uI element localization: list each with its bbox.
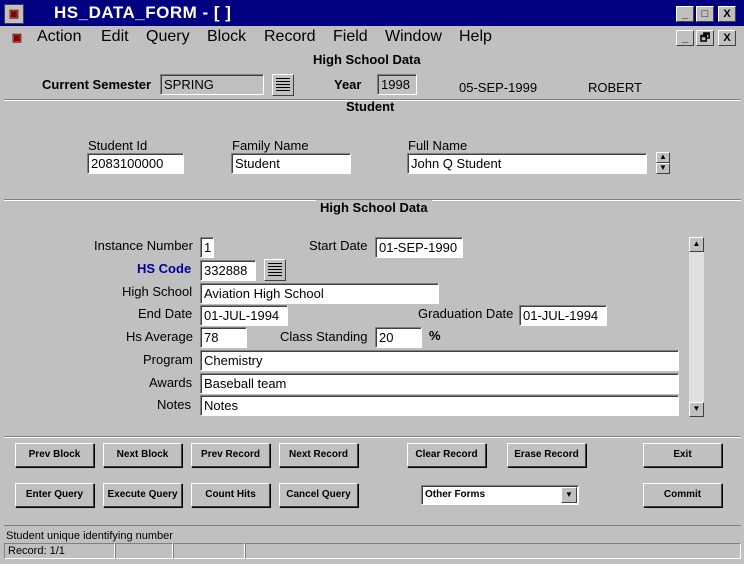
start-date-field[interactable]: 01-SEP-1990 [375, 237, 463, 258]
prev-record-button[interactable]: Prev Record [191, 443, 270, 467]
class-standing-label: Class Standing [280, 329, 368, 344]
status-cell [245, 543, 741, 559]
mdi-close-button[interactable]: X [718, 30, 736, 46]
semester-label: Current Semester [42, 77, 152, 92]
mdi-minimize-button[interactable]: _ [676, 30, 694, 46]
year-field[interactable]: 1998 [377, 74, 417, 95]
full-name-label: Full Name [408, 138, 468, 153]
current-user: ROBERT [588, 80, 642, 95]
scroll-down-icon[interactable]: ▼ [656, 163, 670, 174]
enter-query-button[interactable]: Enter Query [15, 483, 94, 507]
menu-query[interactable]: Query [146, 28, 190, 46]
awards-label: Awards [149, 375, 193, 390]
erase-record-button[interactable]: Erase Record [507, 443, 586, 467]
scroll-down-icon[interactable]: ▼ [689, 402, 704, 417]
prev-block-button[interactable]: Prev Block [15, 443, 94, 467]
list-icon [268, 263, 282, 277]
instance-field[interactable]: 1 [200, 237, 214, 258]
menu-window[interactable]: Window [385, 28, 442, 46]
document-icon[interactable]: ▣ [7, 29, 27, 47]
menu-record[interactable]: Record [264, 28, 316, 46]
student-id-label: Student Id [88, 138, 148, 153]
percent-sign: % [429, 328, 441, 343]
form-title: High School Data [313, 52, 421, 67]
oracle-forms-icon[interactable]: ▣ [4, 4, 24, 24]
student-id-field[interactable]: 2083100000 [87, 153, 184, 174]
scroll-up-icon[interactable]: ▲ [656, 152, 670, 163]
hs-code-lov-button[interactable] [264, 259, 286, 281]
minimize-button[interactable]: _ [676, 6, 694, 22]
class-standing-field[interactable]: 20 [375, 327, 422, 348]
window-title: HS_DATA_FORM - [ ] [54, 3, 232, 22]
end-date-field[interactable]: 01-JUL-1994 [200, 305, 288, 326]
menu-action[interactable]: Action [37, 28, 81, 46]
hs-average-field[interactable]: 78 [200, 327, 247, 348]
exit-button[interactable]: Exit [643, 443, 722, 467]
program-label: Program [143, 352, 193, 367]
record-indicator: Record: 1/1 [4, 543, 115, 559]
scroll-up-icon[interactable]: ▲ [689, 237, 704, 252]
list-icon [276, 78, 290, 92]
full-name-field[interactable]: John Q Student [407, 153, 647, 174]
record-scrollbar[interactable] [689, 237, 704, 417]
count-hits-button[interactable]: Count Hits [191, 483, 270, 507]
program-field[interactable]: Chemistry [200, 350, 679, 371]
status-hint: Student unique identifying number [6, 530, 173, 542]
year-label: Year [334, 77, 362, 92]
close-button[interactable]: X [718, 6, 736, 22]
hs-section-title: High School Data [316, 200, 432, 215]
next-block-button[interactable]: Next Block [103, 443, 182, 467]
other-forms-select[interactable]: Other Forms [421, 485, 579, 505]
family-name-label: Family Name [232, 138, 309, 153]
menu-edit[interactable]: Edit [101, 28, 129, 46]
clear-record-button[interactable]: Clear Record [407, 443, 486, 467]
menu-help[interactable]: Help [459, 28, 492, 46]
semester-field[interactable]: SPRING [160, 74, 264, 95]
divider [4, 525, 741, 526]
other-forms-value: Other Forms [425, 489, 486, 500]
student-section-title: Student [346, 99, 395, 114]
notes-label: Notes [157, 397, 191, 412]
graduation-date-field[interactable]: 01-JUL-1994 [519, 305, 607, 326]
graduation-date-label: Graduation Date [418, 306, 514, 321]
current-date: 05-SEP-1999 [459, 80, 538, 95]
family-name-field[interactable]: Student [231, 153, 351, 174]
divider [4, 437, 741, 438]
status-cell [173, 543, 245, 559]
start-date-label: Start Date [309, 238, 368, 253]
next-record-button[interactable]: Next Record [279, 443, 358, 467]
end-date-label: End Date [138, 306, 193, 321]
hs-average-label: Hs Average [126, 329, 193, 344]
hs-code-field[interactable]: 332888 [200, 260, 256, 281]
semester-lov-button[interactable] [272, 74, 294, 96]
mdi-restore-button[interactable]: 🗗 [696, 30, 714, 46]
maximize-button[interactable]: □ [696, 6, 714, 22]
notes-field[interactable]: Notes [200, 395, 679, 416]
cancel-query-button[interactable]: Cancel Query [279, 483, 358, 507]
high-school-label: High School [122, 284, 193, 299]
menu-block[interactable]: Block [207, 28, 246, 46]
chevron-down-icon[interactable]: ▼ [561, 487, 577, 503]
menu-field[interactable]: Field [333, 28, 368, 46]
awards-field[interactable]: Baseball team [200, 373, 679, 394]
execute-query-button[interactable]: Execute Query [103, 483, 182, 507]
high-school-field[interactable]: Aviation High School [200, 283, 439, 304]
status-cell [115, 543, 173, 559]
commit-button[interactable]: Commit [643, 483, 722, 507]
instance-label: Instance Number [94, 238, 193, 253]
hs-code-label: HS Code [137, 261, 192, 276]
